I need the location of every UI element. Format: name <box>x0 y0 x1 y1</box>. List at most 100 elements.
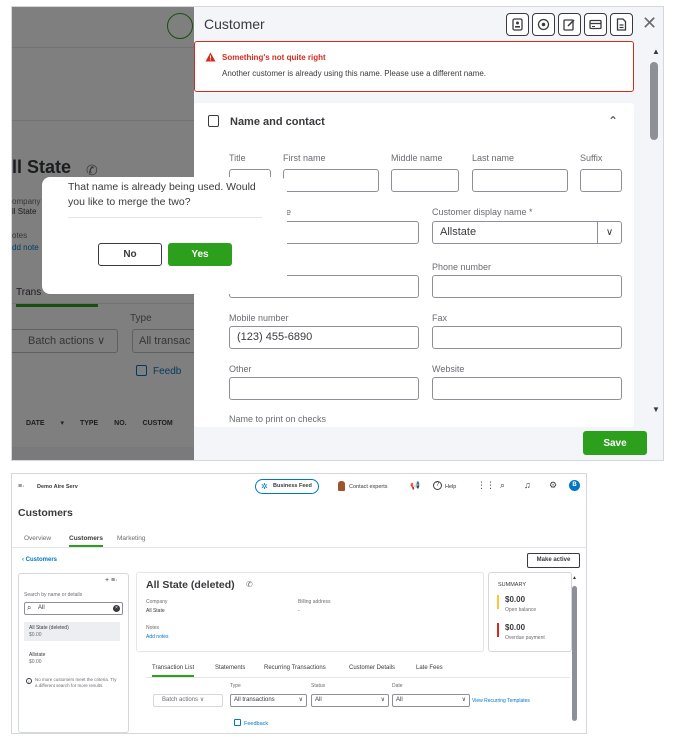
display-name-label: Customer display name * <box>432 207 533 217</box>
expert-avatar-icon[interactable] <box>338 481 345 491</box>
business-feed-button[interactable]: ✲ Business Feed <box>255 479 319 494</box>
edit-icon <box>563 19 575 31</box>
feedback-link[interactable]: Feedback <box>234 719 268 727</box>
tab-customer-details[interactable]: Customer Details <box>349 665 395 671</box>
chevron-down-icon[interactable]: ∨ <box>597 222 621 243</box>
phone-label: Phone number <box>432 262 492 272</box>
payment-button[interactable] <box>584 13 607 36</box>
view-recurring-templates-link[interactable]: View Recurring Templates <box>472 698 530 704</box>
scroll-up-arrow[interactable]: ▲ <box>652 47 660 56</box>
menu-toggle-icon[interactable]: ≡· <box>18 483 24 490</box>
summary-card: SUMMARY $0.00 Open balance $0.00 Overdue… <box>488 572 572 652</box>
page-title: Customers <box>18 507 73 519</box>
phone-input[interactable] <box>432 275 622 298</box>
help-link[interactable]: Help <box>445 484 456 490</box>
chevron-down-icon: ∨ <box>380 697 385 703</box>
other-label: Other <box>229 364 252 374</box>
website-input[interactable] <box>432 377 622 400</box>
middle-name-input[interactable] <box>391 169 459 192</box>
last-name-input[interactable] <box>472 169 568 192</box>
customer-name: All State (deleted) <box>146 579 235 591</box>
feedback-icon <box>234 719 241 726</box>
back-to-customers-link[interactable]: ‹ Customers <box>22 557 57 563</box>
date-filter-select[interactable]: All ∨ <box>392 694 470 707</box>
chevron-up-icon[interactable]: ⌃ <box>608 114 618 128</box>
mobile-input[interactable]: (123) 455-6890 <box>229 326 419 349</box>
list-item[interactable]: All State (deleted) $0.00 <box>24 622 120 641</box>
tab-overview[interactable]: Overview <box>24 535 51 542</box>
date-filter-value: All <box>396 697 403 703</box>
gear-icon[interactable]: ⚙ <box>549 480 557 491</box>
scroll-up-arrow[interactable]: ▲ <box>572 575 577 581</box>
apps-grid-icon[interactable]: ⋮⋮ <box>477 480 495 491</box>
sparkle-icon: ✲ <box>261 482 268 491</box>
tab-statements[interactable]: Statements <box>215 665 245 671</box>
merge-dialog: That name is already being used. Would y… <box>42 177 287 294</box>
list-item-name: All State (deleted) <box>29 625 69 631</box>
contact-experts-link[interactable]: Contact experts <box>349 484 388 490</box>
date-filter-label: Date <box>392 683 403 689</box>
zoomed-modal-view: ll State ✆ ompany ll State otes dd note … <box>11 6 664 461</box>
list-item-balance: $0.00 <box>29 659 42 665</box>
document-button[interactable] <box>610 13 633 36</box>
contact-card-button[interactable] <box>506 13 529 36</box>
list-tools-icon[interactable]: + ≡· <box>105 577 117 584</box>
other-input[interactable] <box>229 377 419 400</box>
first-name-input[interactable] <box>283 169 379 192</box>
make-active-button[interactable]: Make active <box>527 553 580 568</box>
bell-icon[interactable]: ♫ <box>524 480 531 490</box>
company-name: Demo Aire Serv <box>37 484 78 490</box>
no-button[interactable]: No <box>98 243 162 266</box>
list-item[interactable]: Allstate $0.00 <box>24 649 120 668</box>
search-value: All <box>38 605 45 611</box>
display-name-select[interactable]: Allstate ∨ <box>432 221 622 244</box>
save-button[interactable]: Save <box>583 431 647 455</box>
suffix-label: Suffix <box>580 153 603 163</box>
search-input[interactable]: ⌕ All × <box>24 602 123 615</box>
close-icon[interactable]: ✕ <box>642 14 657 32</box>
back-link-label: Customers <box>25 557 58 563</box>
list-item-name: Allstate <box>29 652 46 658</box>
type-filter-label: Type <box>230 683 241 689</box>
fax-input[interactable] <box>432 326 622 349</box>
tab-marketing[interactable]: Marketing <box>117 535 146 542</box>
type-filter-select[interactable]: All transactions ∨ <box>230 694 307 707</box>
tab-transaction-list[interactable]: Transaction List <box>152 665 195 677</box>
tab-late-fees[interactable]: Late Fees <box>416 665 443 671</box>
help-icon[interactable]: ? <box>433 481 442 490</box>
full-page-view: ≡· Demo Aire Serv ✲ Business Feed Contac… <box>11 473 587 734</box>
display-name-value: Allstate <box>440 226 477 238</box>
divider <box>12 547 586 548</box>
open-balance-indicator <box>497 595 499 609</box>
first-name-label: First name <box>283 153 326 163</box>
megaphone-icon[interactable]: 📢 <box>410 481 420 490</box>
tab-customers[interactable]: Customers <box>69 535 103 547</box>
scrollbar-thumb[interactable] <box>650 62 658 140</box>
divider <box>146 677 570 678</box>
location-button[interactable] <box>532 13 555 36</box>
error-banner: Something's not quite right Another cust… <box>194 41 634 92</box>
clear-icon[interactable]: × <box>113 605 120 612</box>
batch-actions-label: Batch actions <box>162 697 199 703</box>
company-value: All State <box>146 608 165 614</box>
edit-button[interactable] <box>558 13 581 36</box>
status-filter-select[interactable]: All ∨ <box>311 694 389 707</box>
tab-recurring-transactions[interactable]: Recurring Transactions <box>264 665 326 671</box>
user-avatar[interactable]: B <box>569 480 580 491</box>
title-label: Title <box>229 153 246 163</box>
phone-icon[interactable]: ✆ <box>246 580 253 589</box>
batch-actions-button[interactable]: Batch actions ∨ <box>153 694 223 707</box>
suffix-input[interactable] <box>580 169 622 192</box>
add-notes-link[interactable]: Add notes <box>146 634 169 640</box>
error-message: Another customer is already using this n… <box>222 69 486 78</box>
chevron-down-icon: ∨ <box>461 697 466 703</box>
search-icon[interactable]: ⌕ <box>500 480 505 491</box>
chevron-down-icon: ∨ <box>298 697 303 703</box>
billing-address-label: Billing address <box>298 599 331 605</box>
feedback-label: Feedback <box>244 721 269 727</box>
search-label: Search by name or details <box>24 592 83 598</box>
yes-button[interactable]: Yes <box>168 243 232 266</box>
print-on-checks-label: Name to print on checks <box>229 414 327 424</box>
scroll-down-arrow[interactable]: ▼ <box>652 405 660 414</box>
scrollbar-thumb[interactable] <box>572 586 577 721</box>
